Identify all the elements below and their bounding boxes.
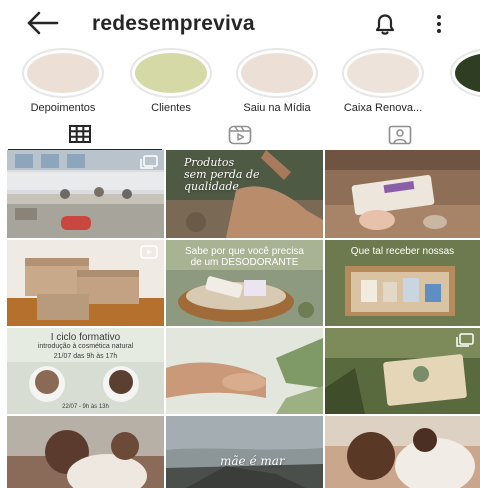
post-caption: qualidade <box>184 180 239 193</box>
highlight-depoimentos[interactable]: Depoimentos <box>18 48 108 114</box>
post-tile[interactable]: Sabe por que você precisa de um DESODORA… <box>166 240 323 326</box>
posts-grid: Produtos sem perda de qualidade Sabe por… <box>7 150 480 488</box>
highlight-saiu-na-midia[interactable]: Saiu na Mídia <box>232 48 322 114</box>
highlight-label: Caixa Renova... <box>343 102 423 114</box>
post-caption: Sabe por que você precisa <box>185 246 304 257</box>
highlight-label: Saiu na Mídia <box>243 102 311 114</box>
profile-header: redesempreviva <box>0 0 480 46</box>
arrow-left-icon <box>27 11 59 35</box>
highlight-label: Pl <box>446 102 480 114</box>
post-caption: Que tal receber nossas <box>350 246 455 257</box>
highlight-caixa-renova[interactable]: Caixa Renova... <box>338 48 428 114</box>
highlight-cover <box>236 48 318 98</box>
post-tile[interactable] <box>325 416 480 488</box>
post-image <box>166 416 323 488</box>
reel-icon <box>140 245 158 259</box>
tab-tagged[interactable] <box>320 120 480 150</box>
highlight-cover <box>22 48 104 98</box>
tagged-icon <box>388 125 412 145</box>
multi-photo-icon <box>456 333 474 347</box>
post-tile[interactable] <box>325 328 480 414</box>
tab-reels[interactable] <box>160 120 320 150</box>
highlight-label: Clientes <box>151 102 191 114</box>
reels-icon <box>228 125 252 145</box>
highlight-image <box>241 53 313 93</box>
post-image <box>325 416 480 488</box>
highlight-image <box>455 53 480 93</box>
post-tile[interactable]: I ciclo formativo introdução à cosmética… <box>7 328 164 414</box>
bell-icon <box>375 14 395 35</box>
profile-username: redesempreviva <box>92 12 255 35</box>
post-tile[interactable]: Produtos sem perda de qualidade <box>166 150 323 238</box>
back-button[interactable] <box>26 10 60 36</box>
post-image <box>7 416 164 488</box>
post-caption: mãe é mar <box>220 454 285 468</box>
profile-tabs <box>0 120 480 151</box>
grid-icon <box>69 125 91 143</box>
story-highlights: Depoimentos Clientes Saiu na Mídia Caixa… <box>0 48 480 116</box>
highlight-pl[interactable]: Pl <box>446 48 480 114</box>
post-image <box>325 150 480 238</box>
highlight-label: Depoimentos <box>30 102 96 114</box>
post-caption: 21/07 das 9h às 17h <box>53 353 118 360</box>
post-tile[interactable]: mãe é mar <box>166 416 323 488</box>
highlight-image <box>27 53 99 93</box>
highlight-cover <box>450 48 480 98</box>
post-tile[interactable] <box>166 328 323 414</box>
more-options-button[interactable] <box>432 12 446 36</box>
post-tile[interactable] <box>7 240 164 326</box>
more-vertical-icon <box>437 15 441 33</box>
tab-posts-grid[interactable] <box>0 120 162 151</box>
post-caption: 22/07 - 9h às 13h <box>62 404 109 410</box>
post-tile[interactable]: Que tal receber nossas <box>325 240 480 326</box>
highlight-image <box>347 53 419 93</box>
highlight-cover <box>342 48 424 98</box>
notifications-button[interactable] <box>372 11 398 37</box>
post-caption: de um DESODORANTE <box>190 257 299 268</box>
post-tile[interactable] <box>7 416 164 488</box>
highlight-clientes[interactable]: Clientes <box>126 48 216 114</box>
highlight-cover <box>130 48 212 98</box>
post-tile[interactable] <box>7 150 164 238</box>
highlight-image <box>135 53 207 93</box>
post-image <box>166 328 323 414</box>
post-caption: introdução à cosmética natural <box>37 343 134 350</box>
post-caption: I ciclo formativo <box>50 332 121 343</box>
multi-photo-icon <box>140 155 158 169</box>
post-tile[interactable] <box>325 150 480 238</box>
